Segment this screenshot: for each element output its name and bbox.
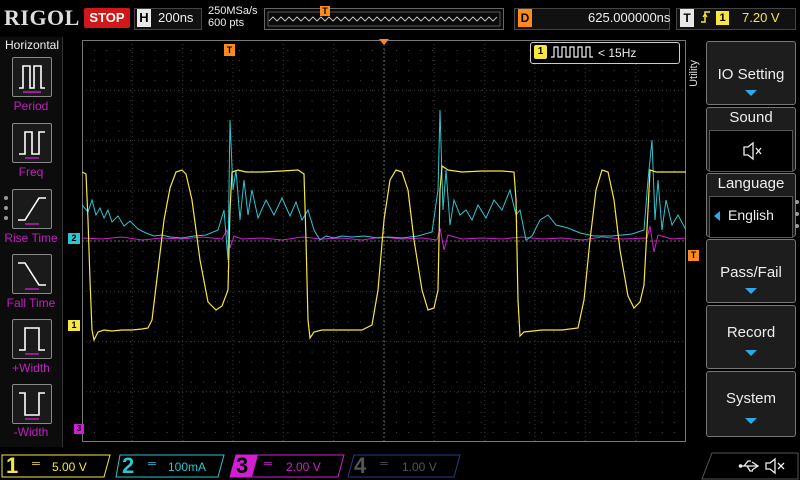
dc-coupling-icon: ═: [148, 458, 156, 470]
freq-label: Freq: [18, 165, 44, 179]
trigger-source: 1: [716, 11, 729, 25]
freq-button[interactable]: [12, 123, 52, 163]
pass-fail-label: Pass/Fail: [720, 264, 782, 281]
sound-label: Sound: [729, 109, 773, 126]
ch1-scale: 5.00 V: [52, 460, 87, 474]
fall-time-label: Fall Time: [6, 296, 56, 310]
language-label: Language: [717, 175, 785, 192]
language-value: English: [728, 207, 774, 223]
run-stop-status[interactable]: STOP: [84, 8, 130, 28]
dc-coupling-icon: ═: [264, 458, 272, 470]
timebase-value: 200ns: [158, 10, 194, 25]
io-setting-label: IO Setting: [717, 66, 785, 83]
minus-width-label: -Width: [13, 425, 49, 439]
memory-waveform-preview: [267, 11, 501, 27]
system-label: System: [725, 390, 776, 407]
ch1-offset-marker[interactable]: 1: [68, 320, 80, 331]
submenu-arrow-icon: [745, 418, 757, 424]
language-button[interactable]: Language English: [706, 173, 796, 238]
submenu-arrow-icon: [745, 90, 757, 96]
plus-width-button[interactable]: [12, 319, 52, 359]
page-dot: [795, 212, 799, 216]
waveform-display[interactable]: [82, 40, 686, 442]
ch1-number: 1: [6, 453, 19, 478]
counter-channel: 1: [534, 45, 547, 59]
fall-time-icon: [18, 262, 46, 290]
rise-time-button[interactable]: [12, 189, 52, 229]
page-dot: [795, 200, 799, 204]
dc-coupling-icon: ═: [32, 458, 40, 470]
dc-coupling-icon: ═: [380, 458, 388, 470]
trigger-level-marker[interactable]: T: [688, 250, 699, 261]
record-button[interactable]: Record: [706, 305, 796, 369]
usb-icon: [738, 460, 760, 472]
minus-width-icon: [19, 392, 45, 420]
sound-button[interactable]: Sound: [706, 107, 796, 172]
minus-width-button[interactable]: [12, 384, 52, 424]
horizontal-indicator: H: [137, 9, 151, 27]
ch3-number: 3: [236, 453, 249, 478]
ch2-number: 2: [122, 453, 135, 478]
trigger-level: 7.20 V: [742, 10, 780, 25]
ch4-number: 4: [354, 453, 367, 478]
period-button[interactable]: [12, 57, 52, 97]
rising-edge-icon: [700, 9, 712, 28]
ch2-scale: 100mA: [168, 460, 207, 474]
sample-rate: 250MSa/s: [208, 5, 258, 17]
trigger-position-marker-top: T: [320, 6, 330, 16]
utility-menu-label: Utility: [688, 60, 700, 87]
rise-time-label: Rise Time: [4, 231, 58, 245]
delay-indicator: D: [518, 9, 532, 27]
ch3-scale: 2.00 V: [286, 460, 321, 474]
trigger-position-marker[interactable]: T: [224, 44, 235, 56]
ch2-offset-marker[interactable]: 2: [68, 233, 80, 244]
language-selector[interactable]: English: [709, 196, 793, 238]
record-label: Record: [726, 324, 776, 341]
brand-logo: RIGOL: [4, 5, 80, 30]
submenu-arrow-icon: [745, 350, 757, 356]
delay-value: 625.000000ns: [588, 10, 671, 25]
square-wave-icon: [551, 46, 593, 58]
period-label: Period: [13, 99, 49, 113]
submenu-arrow-icon: [745, 288, 757, 294]
io-setting-button[interactable]: IO Setting: [706, 41, 796, 105]
rise-time-icon: [18, 197, 46, 225]
counter-value: < 15Hz: [598, 46, 637, 60]
memory-overview-strip: [264, 8, 504, 30]
pass-fail-button[interactable]: Pass/Fail: [706, 239, 796, 303]
ch4-scale: 1.00 V: [402, 460, 437, 474]
freq-icon: [19, 131, 45, 159]
center-time-arrow-icon: [379, 39, 389, 45]
plus-width-label: +Width: [12, 361, 50, 375]
period-icon: [19, 65, 45, 93]
trigger-indicator: T: [680, 9, 694, 27]
ch3-offset-marker[interactable]: 3: [74, 424, 84, 434]
menu-title: Horizontal: [4, 38, 60, 52]
system-button[interactable]: System: [706, 371, 796, 437]
plus-width-icon: [19, 327, 45, 355]
speaker-muted-icon: [743, 141, 762, 161]
speaker-muted-icon: [765, 457, 785, 475]
fall-time-button[interactable]: [12, 254, 52, 294]
menu-page-dots: [4, 190, 10, 226]
sound-toggle[interactable]: [709, 130, 793, 172]
page-dot: [795, 224, 799, 228]
memory-depth: 600 pts: [208, 17, 245, 29]
